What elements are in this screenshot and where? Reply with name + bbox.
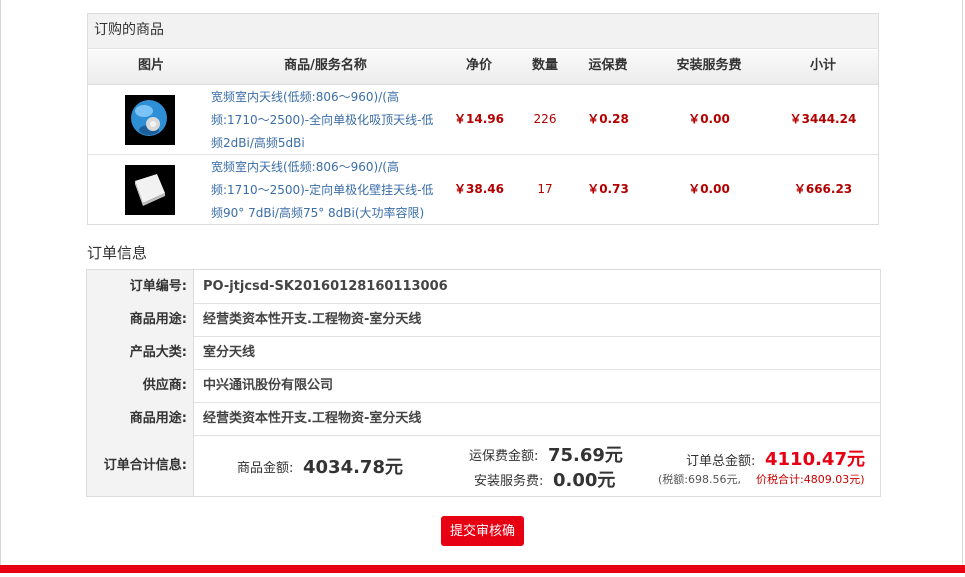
install-amount-label: 安装服务费: bbox=[474, 474, 544, 489]
goods-usage-row: 商品用途: 经营类资本性开支.工程物资-室分天线 bbox=[87, 402, 880, 436]
shipping-fee: ￥0.28 bbox=[587, 112, 629, 126]
product-name-link[interactable]: 宽频室内天线(低频:806～960)/(高频:1710～2500)-全向单极化吸… bbox=[211, 86, 441, 155]
install-fee: ￥0.00 bbox=[688, 112, 730, 126]
bottom-accent-bar bbox=[0, 565, 965, 573]
table-row: 宽频室内天线(低频:806～960)/(高频:1710～2500)-全向单极化吸… bbox=[88, 85, 878, 155]
order-number-value: PO-jtjcsd-SK20160128160113006 bbox=[203, 279, 448, 294]
install-amount-value: 0.00元 bbox=[553, 470, 616, 491]
col-header-name: 商品/服务名称 bbox=[284, 58, 367, 73]
tax-amount-text: (税额:698.56元, bbox=[658, 473, 741, 486]
goods-amount-label: 商品金额: bbox=[237, 461, 294, 476]
unit-price: ￥38.46 bbox=[454, 182, 504, 196]
product-category-row: 产品大类: 室分天线 bbox=[87, 336, 880, 370]
col-header-shipping: 运保费 bbox=[588, 58, 628, 73]
shipping-fee: ￥0.73 bbox=[587, 182, 629, 196]
goods-usage-row: 商品用途: 经营类资本性开支.工程物资-室分天线 bbox=[87, 303, 880, 337]
row-subtotal: ￥3444.24 bbox=[789, 112, 857, 126]
install-fee: ￥0.00 bbox=[688, 182, 730, 196]
goods-amount-value: 4034.78元 bbox=[303, 457, 403, 478]
unit-price: ￥14.96 bbox=[454, 112, 504, 126]
col-header-qty: 数量 bbox=[531, 58, 558, 73]
wall-panel-antenna-image[interactable] bbox=[125, 165, 175, 215]
product-name-link[interactable]: 宽频室内天线(低频:806～960)/(高频:1710～2500)-定向单极化壁… bbox=[211, 156, 441, 225]
quantity: 226 bbox=[533, 112, 557, 126]
col-header-price: 净价 bbox=[465, 58, 492, 73]
order-info-table: 订单编号: PO-jtjcsd-SK20160128160113006 商品用途… bbox=[86, 269, 881, 497]
tax-total-text: 价税合计:4809.03元) bbox=[756, 473, 865, 486]
goods-table-header: 图片 商品/服务名称 净价 数量 运保费 安装服务费 小计 bbox=[88, 50, 878, 85]
goods-usage-label: 商品用途: bbox=[87, 402, 194, 435]
page-right-border bbox=[962, 0, 963, 565]
col-header-install: 安装服务费 bbox=[676, 58, 742, 73]
supplier-row: 供应商: 中兴通讯股份有限公司 bbox=[87, 369, 880, 403]
order-summary-row: 订单合计信息: 商品金额: 4034.78元 运保费金额: 75.69元 安装服… bbox=[87, 435, 880, 496]
ordered-goods-panel: 订购的商品 图片 商品/服务名称 净价 数量 运保费 安装服务费 小计 宽频室内… bbox=[87, 13, 879, 225]
supplier-value: 中兴通讯股份有限公司 bbox=[203, 378, 334, 393]
col-header-subtotal: 小计 bbox=[809, 58, 836, 73]
goods-panel-title: 订购的商品 bbox=[88, 14, 878, 49]
row-subtotal: ￥666.23 bbox=[793, 182, 853, 196]
goods-usage-label: 商品用途: bbox=[87, 303, 194, 336]
submit-review-button[interactable]: 提交审核确认 bbox=[441, 516, 524, 569]
table-row: 宽频室内天线(低频:806～960)/(高频:1710～2500)-定向单极化壁… bbox=[88, 155, 878, 224]
goods-usage-value: 经营类资本性开支.工程物资-室分天线 bbox=[203, 312, 422, 327]
shipping-amount-value: 75.69元 bbox=[548, 445, 623, 466]
order-total-value: 4110.47元 bbox=[765, 449, 865, 470]
order-summary-label: 订单合计信息: bbox=[87, 435, 194, 496]
order-number-label: 订单编号: bbox=[87, 270, 194, 303]
quantity: 17 bbox=[537, 182, 553, 196]
supplier-label: 供应商: bbox=[87, 369, 194, 402]
order-total-label: 订单总金额: bbox=[686, 454, 756, 469]
order-number-row: 订单编号: PO-jtjcsd-SK20160128160113006 bbox=[87, 270, 880, 304]
col-header-image: 图片 bbox=[137, 58, 164, 73]
shipping-amount-label: 运保费金额: bbox=[469, 449, 539, 464]
product-category-value: 室分天线 bbox=[203, 345, 256, 360]
page-left-border bbox=[0, 0, 1, 565]
order-info-heading: 订单信息 bbox=[87, 244, 148, 262]
product-category-label: 产品大类: bbox=[87, 336, 194, 369]
goods-usage-value: 经营类资本性开支.工程物资-室分天线 bbox=[203, 411, 422, 426]
ceiling-omni-antenna-image[interactable] bbox=[125, 95, 175, 145]
